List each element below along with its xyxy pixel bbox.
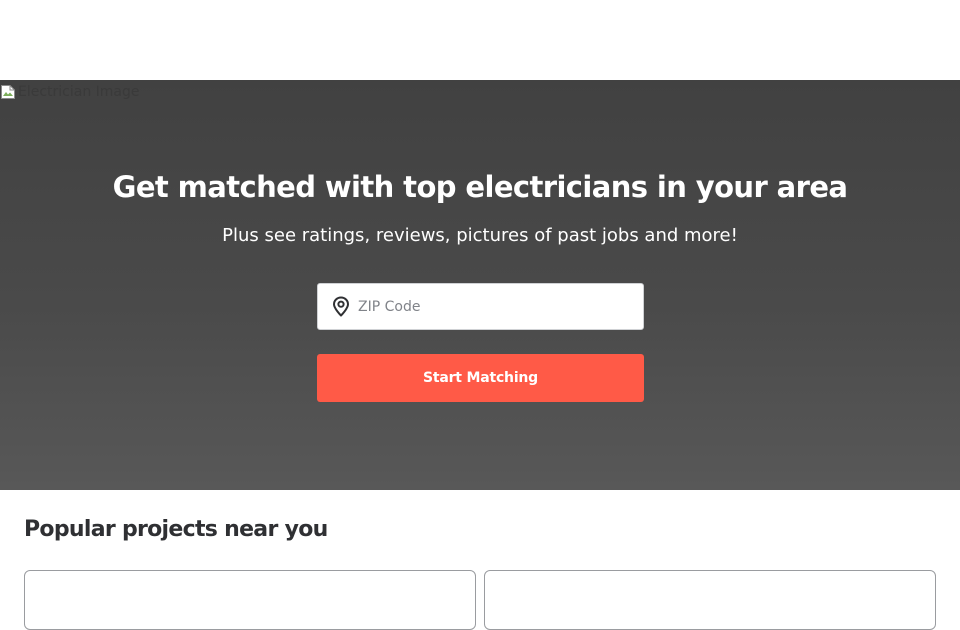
hero-image: Electrician Image: [0, 83, 140, 101]
hero-title: Get matched with top electricians in you…: [112, 170, 848, 204]
top-header: [0, 0, 960, 80]
project-card[interactable]: [24, 570, 476, 630]
zip-code-field[interactable]: [317, 283, 644, 330]
project-card[interactable]: [484, 570, 936, 630]
hero-subtitle: Plus see ratings, reviews, pictures of p…: [222, 225, 738, 246]
zip-code-input[interactable]: [358, 291, 618, 322]
broken-image-icon: [0, 84, 16, 100]
hero-image-alt-text: Electrician Image: [18, 84, 140, 100]
start-matching-button[interactable]: Start Matching: [317, 354, 644, 402]
popular-projects-title: Popular projects near you: [24, 517, 328, 542]
map-pin-icon: [331, 296, 351, 318]
hero-section: Electrician Image Get matched with top e…: [0, 80, 960, 490]
